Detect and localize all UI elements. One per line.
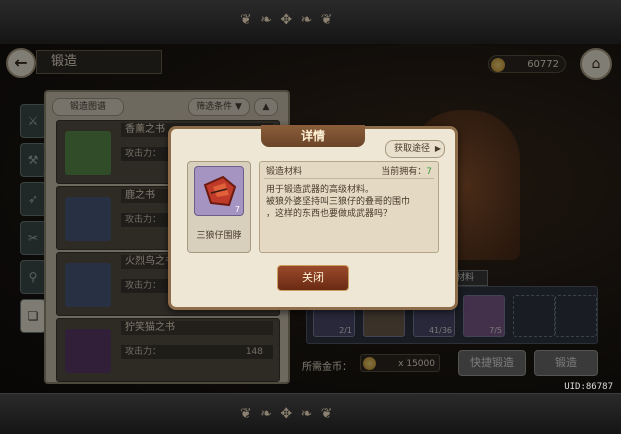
game-screen: ❦ ❧ ✥ ❧ ❦ ← 锻造 60772 ⌂ ⚔ ⚒ ➶ ✂ ⚲ ❏ 锻造图谱 … xyxy=(0,0,621,434)
owned-count: 当前拥有：7 xyxy=(381,164,432,177)
owned-label: 当前拥有： xyxy=(381,167,427,177)
item-description: 用于锻造武器的高级材料。 被狼外婆坚持叫三狼仔的叠哥的围巾 ，这样的东西也要做成… xyxy=(266,185,411,219)
bottom-ornament: ❦ ❧ ✥ ❧ ❦ xyxy=(240,406,335,422)
item-type: 锻造材料 xyxy=(266,167,303,177)
source-button[interactable]: 获取途径 ▶ xyxy=(384,140,445,158)
dialog-title: 详情 xyxy=(261,125,365,147)
bottom-frame: ❦ ❧ ✥ ❧ ❦ xyxy=(0,393,621,434)
item-name: 三狼仔围脖 xyxy=(196,231,242,241)
user-id: UID:86787 xyxy=(564,382,613,392)
scarf-icon: 7 xyxy=(194,166,244,216)
item-info: 锻造材料 当前拥有：7 用于锻造武器的高级材料。 被狼外婆坚持叫三狼仔的叠哥的围… xyxy=(259,161,439,253)
divider xyxy=(264,178,434,179)
item-detail-dialog: 详情 获取途径 ▶ 7 三狼仔围脖 锻造材料 当前拥有：7 用于锻造武器的高级材… xyxy=(168,125,458,310)
source-label: 获取途径 xyxy=(393,144,430,154)
top-ornament: ❦ ❧ ✥ ❧ ❦ xyxy=(240,12,335,28)
item-card: 7 三狼仔围脖 xyxy=(187,161,251,253)
owned-value: 7 xyxy=(426,167,432,177)
close-button[interactable]: 关闭 xyxy=(277,265,349,291)
play-arrow-icon: ▶ xyxy=(434,144,441,153)
card-count: 7 xyxy=(234,205,240,214)
top-frame: ❦ ❧ ✥ ❧ ❦ xyxy=(0,0,621,45)
